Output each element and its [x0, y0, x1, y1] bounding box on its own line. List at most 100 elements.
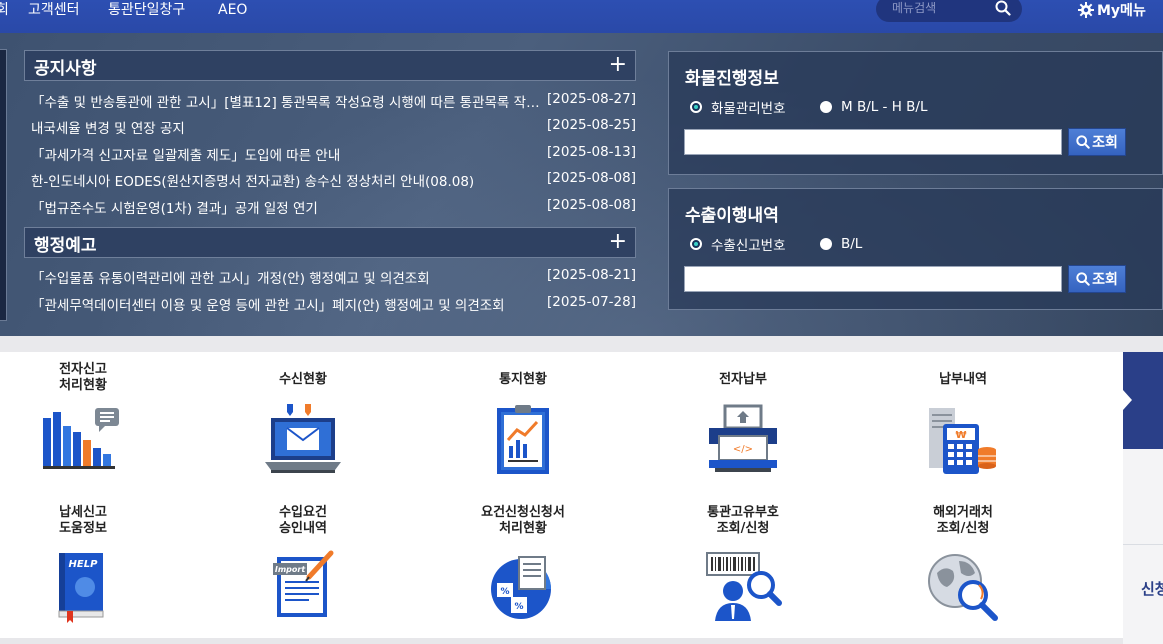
quick-item-label: 전자신고 처리현황: [59, 362, 107, 393]
notice-row[interactable]: 한-인도네시아 EODES(원산지증명서 전자교환) 송수신 정상처리 안내(0…: [31, 170, 636, 192]
quick-item-receive-status[interactable]: 수신현황: [223, 362, 383, 502]
radio-selected-icon[interactable]: [690, 238, 702, 250]
admin-notice-date: [2025-08-21]: [547, 267, 636, 283]
svg-text:Import: Import: [275, 565, 306, 574]
radio-label: B/L: [841, 236, 863, 252]
quick-item-label: 납세신고 도움정보: [59, 505, 107, 536]
admin-notice-row[interactable]: 「관세무역데이터센터 이용 및 운영 등에 관한 고시」폐지(안) 행정예고 및…: [31, 294, 636, 316]
quick-item-overseas-partner[interactable]: 해외거래처 조회/신청: [883, 505, 1043, 644]
help-book-icon: HELP: [58, 553, 104, 623]
cargo-number-input[interactable]: [684, 129, 1062, 155]
import-document-icon: Import: [273, 550, 334, 617]
notice-row[interactable]: 내국세율 변경 및 연장 공지 [2025-08-25]: [31, 117, 636, 139]
hero-left-panel-edge: [0, 49, 7, 321]
notice-row[interactable]: 「수출 및 반송통관에 관한 고시」[별표12] 통관목록 작성요령 시행에 따…: [31, 91, 636, 113]
side-divider: [1123, 544, 1163, 545]
notice-title[interactable]: 「과세가격 신고자료 일괄제출 제도」도입에 따른 안내: [31, 144, 546, 164]
export-search-label: 조회: [1092, 272, 1118, 288]
cargo-search-label: 조회: [1092, 135, 1118, 151]
notice-row[interactable]: 「법규준수도 시험운영(1차) 결과」공개 일정 연기 [2025-08-08]: [31, 197, 636, 219]
svg-text:</>: </>: [733, 444, 753, 455]
clipboard-chart-icon: [497, 405, 549, 474]
radio-unselected-icon[interactable]: [820, 101, 832, 113]
percent-document-icon: % %: [491, 556, 551, 619]
notice-title[interactable]: 한-인도네시아 EODES(원산지증명서 전자교환) 송수신 정상처리 안내(0…: [31, 170, 546, 190]
notice-title[interactable]: 「수출 및 반송통관에 관한 고시」[별표12] 통관목록 작성요령 시행에 따…: [31, 91, 546, 111]
quick-item-customs-code[interactable]: 통관고유부호 조회/신청: [663, 505, 823, 644]
svg-text:%: %: [514, 602, 523, 612]
quick-item-notice-status[interactable]: 통지현황: [443, 362, 603, 502]
export-number-input[interactable]: [684, 266, 1062, 292]
cargo-tracking-panel: 화물진행정보 화물관리번호 M B/L - H B/L 조회: [668, 51, 1163, 175]
nav-item-single-window[interactable]: 통관단일창구: [108, 0, 185, 20]
menu-search-input[interactable]: 메뉴검색: [876, 0, 1022, 22]
export-panel-title: 수출이행내역: [685, 206, 779, 226]
notice-title[interactable]: 「법규준수도 시험운영(1차) 결과」공개 일정 연기: [31, 197, 546, 217]
search-icon: [1076, 272, 1090, 286]
radio-selected-icon[interactable]: [690, 101, 702, 113]
radio-label: 수출신고번호: [711, 238, 786, 254]
laptop-mail-icon: [265, 404, 341, 473]
quick-item-import-requirement[interactable]: 수입요건 승인내역 Import: [223, 505, 383, 644]
export-history-panel: 수출이행내역 수출신고번호 B/L 조회: [668, 188, 1163, 310]
top-nav: 회 고객센터 통관단일창구 AEO 메뉴검색 My메뉴: [0, 0, 1163, 33]
cargo-radio-management-no[interactable]: 화물관리번호: [690, 98, 786, 117]
notice-row[interactable]: 「과세가격 신고자료 일괄제출 제도」도입에 따른 안내 [2025-08-13…: [31, 144, 636, 166]
bottom-divider: [0, 638, 1123, 644]
svg-text:HELP: HELP: [69, 559, 99, 570]
quick-item-label: 해외거래처 조회/신청: [933, 505, 993, 536]
admin-notice-header: 행정예고 +: [24, 227, 636, 258]
quick-menu: 전자신고 처리현황 수신현황 통지현황 전자납부 </> 납부내역 ₩ 납세신고…: [0, 352, 1123, 644]
notice-title[interactable]: 내국세율 변경 및 연장 공지: [31, 117, 546, 137]
gear-icon: [1078, 2, 1094, 18]
svg-text:₩: ₩: [955, 430, 966, 441]
export-search-button[interactable]: 조회: [1068, 265, 1126, 293]
admin-notice-date: [2025-07-28]: [547, 294, 636, 310]
cargo-panel-title: 화물진행정보: [685, 69, 779, 89]
quick-item-e-payment[interactable]: 전자납부 </>: [663, 362, 823, 502]
notice-date: [2025-08-08]: [547, 170, 636, 186]
side-active-arrow-icon: [1123, 390, 1132, 410]
admin-notice-title-text[interactable]: 「수입물품 유통이력관리에 관한 고시」개정(안) 행정예고 및 의견조회: [31, 267, 546, 287]
my-menu-label: My메뉴: [1097, 3, 1146, 19]
export-radio-bl[interactable]: B/L: [820, 235, 862, 253]
side-tab-application[interactable]: 신청: [1141, 578, 1163, 599]
quick-item-payment-history[interactable]: 납부내역 ₩: [883, 362, 1043, 502]
notice-date: [2025-08-13]: [547, 144, 636, 160]
bar-chart-report-icon: [43, 408, 119, 469]
barcode-search-icon: [706, 552, 782, 621]
atm-payment-icon: </>: [709, 404, 777, 472]
notice-more-plus-icon[interactable]: +: [609, 51, 627, 79]
quick-item-label: 전자납부: [719, 372, 767, 387]
nav-item-partial[interactable]: 회: [0, 0, 9, 20]
admin-more-plus-icon[interactable]: +: [609, 228, 627, 256]
notice-board-title: 공지사항: [34, 59, 97, 79]
notice-board-header: 공지사항 +: [24, 50, 636, 81]
search-icon: [1076, 135, 1090, 149]
radio-label: 화물관리번호: [711, 101, 786, 117]
radio-unselected-icon[interactable]: [820, 238, 832, 250]
quick-item-e-declaration-status[interactable]: 전자신고 처리현황: [3, 362, 163, 502]
menu-search-placeholder: 메뉴검색: [892, 1, 937, 15]
hero-section: 공지사항 + 「수출 및 반송통관에 관한 고시」[별표12] 통관목록 작성요…: [0, 33, 1163, 336]
cargo-search-button[interactable]: 조회: [1068, 128, 1126, 156]
admin-notice-title-text[interactable]: 「관세무역데이터센터 이용 및 운영 등에 관한 고시」폐지(안) 행정예고 및…: [31, 294, 546, 314]
quick-item-label: 수신현황: [279, 372, 327, 387]
export-radio-declaration-no[interactable]: 수출신고번호: [690, 235, 786, 254]
quick-item-tax-help[interactable]: 납세신고 도움정보 HELP: [3, 505, 163, 644]
globe-search-icon: [928, 554, 998, 621]
my-menu-button[interactable]: My메뉴: [1078, 1, 1146, 19]
admin-notice-row[interactable]: 「수입물품 유통이력관리에 관한 고시」개정(안) 행정예고 및 의견조회 [2…: [31, 267, 636, 289]
notice-date: [2025-08-25]: [547, 117, 636, 133]
receipt-calculator-icon: ₩: [929, 408, 996, 474]
notice-date: [2025-08-08]: [547, 197, 636, 213]
cargo-radio-bl[interactable]: M B/L - H B/L: [820, 98, 928, 116]
svg-text:%: %: [500, 587, 509, 597]
nav-item-aeo[interactable]: AEO: [218, 0, 247, 20]
quick-item-label: 요건신청신청서 처리현황: [481, 505, 565, 536]
search-icon[interactable]: [995, 0, 1011, 16]
notice-date: [2025-08-27]: [547, 91, 636, 107]
quick-item-requirement-application[interactable]: 요건신청신청서 처리현황 % %: [443, 505, 603, 644]
side-quick-panel: 신청: [1123, 352, 1163, 644]
nav-item-customer-center[interactable]: 고객센터: [28, 0, 80, 20]
